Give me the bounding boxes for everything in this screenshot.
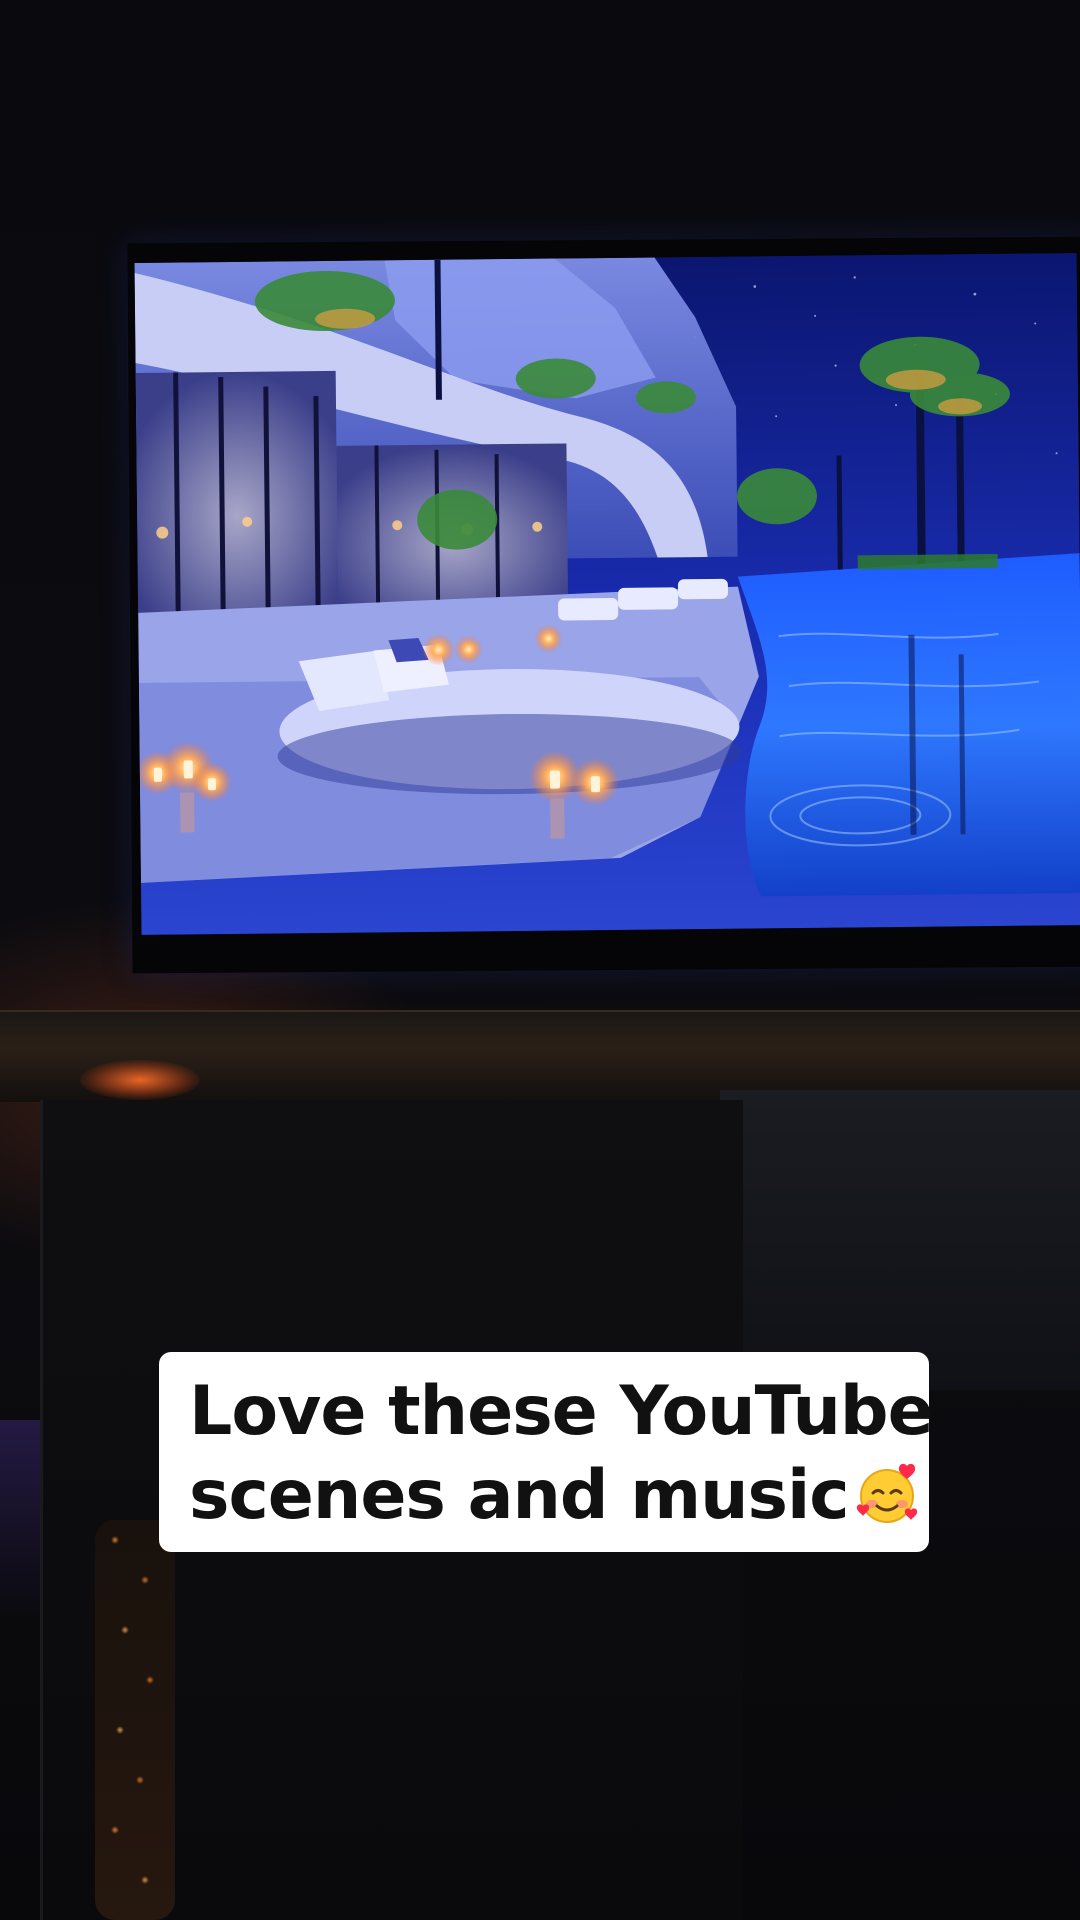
caption-line-2-text: scenes and music: [189, 1456, 850, 1535]
caption-line-1: Love these YouTube: [189, 1372, 934, 1451]
wall-background: [720, 1090, 1080, 1390]
ambient-glow: [0, 1420, 40, 1620]
fairy-lights: [95, 1520, 175, 1920]
video-frame: Love these YouTube scenes and music: [0, 0, 1080, 1920]
caption-line-2: scenes and music: [189, 1454, 917, 1538]
luxury-pool-night-scene: [134, 253, 1080, 935]
smiling-face-with-hearts-icon: [856, 1463, 917, 1523]
ambient-light: [80, 1060, 200, 1100]
tv-screen: [134, 253, 1080, 935]
caption-box: Love these YouTube scenes and music: [159, 1352, 934, 1552]
